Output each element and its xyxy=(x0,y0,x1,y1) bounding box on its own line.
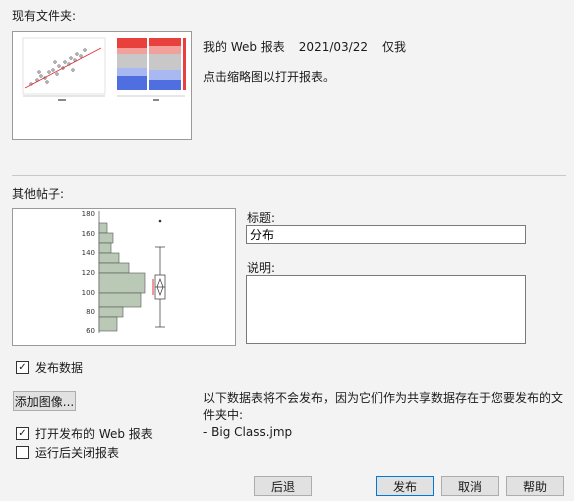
post-title: 我的 Web 报表 xyxy=(203,40,285,54)
description-label: 说明: xyxy=(247,261,276,275)
report-thumbnail-image xyxy=(22,37,186,101)
publish-button[interactable]: 发布 xyxy=(376,476,434,496)
y-tick: 180 xyxy=(82,210,95,218)
other-post-heading: 其他帖子: xyxy=(12,187,65,201)
close-report-label: 运行后关闭报表 xyxy=(35,446,120,460)
close-report-checkbox[interactable]: 运行后关闭报表 xyxy=(16,444,119,461)
back-button[interactable]: 后退 xyxy=(254,476,312,496)
publish-data-checkbox[interactable]: ✓ 发布数据 xyxy=(16,359,83,376)
notice-line-2: 件夹中: xyxy=(203,408,244,422)
open-web-report-checkbox[interactable]: ✓ 打开发布的 Web 报表 xyxy=(16,425,153,442)
existing-post-title: 我的 Web 报表 2021/03/22 仅我 xyxy=(203,38,406,55)
cancel-button[interactable]: 取消 xyxy=(441,476,499,496)
y-tick: 160 xyxy=(82,230,95,238)
notice-line-1: 以下数据表将不会发布，因为它们作为共享数据存在于您要发布的文 xyxy=(203,391,564,405)
help-button[interactable]: 帮助 xyxy=(506,476,564,496)
checkbox-box[interactable] xyxy=(16,446,29,459)
distribution-thumbnail[interactable]: 180 160 140 120 100 80 60 xyxy=(12,208,236,346)
y-tick: 140 xyxy=(82,249,95,257)
open-web-report-label: 打开发布的 Web 报表 xyxy=(35,427,153,441)
y-tick: 100 xyxy=(82,289,95,297)
post-date: 2021/03/22 xyxy=(298,40,368,54)
y-tick: 120 xyxy=(82,269,95,277)
section-divider xyxy=(12,175,566,176)
description-textarea[interactable] xyxy=(246,275,526,344)
title-input[interactable] xyxy=(246,225,526,244)
report-thumbnail[interactable] xyxy=(12,31,192,140)
post-visibility: 仅我 xyxy=(381,40,406,54)
notice-item: - Big Class.jmp xyxy=(203,425,293,439)
checkbox-box[interactable]: ✓ xyxy=(16,427,29,440)
publish-data-label: 发布数据 xyxy=(35,361,84,375)
y-tick: 60 xyxy=(86,327,95,335)
y-tick: 80 xyxy=(86,308,95,316)
distribution-image: 180 160 140 120 100 80 60 xyxy=(82,210,166,335)
thumbnail-hint: 点击缩略图以打开报表。 xyxy=(203,70,336,84)
title-label: 标题: xyxy=(247,211,276,225)
existing-folder-heading: 现有文件夹: xyxy=(12,9,77,23)
checkbox-box[interactable]: ✓ xyxy=(16,361,29,374)
add-image-button[interactable]: 添加图像... xyxy=(13,391,76,411)
